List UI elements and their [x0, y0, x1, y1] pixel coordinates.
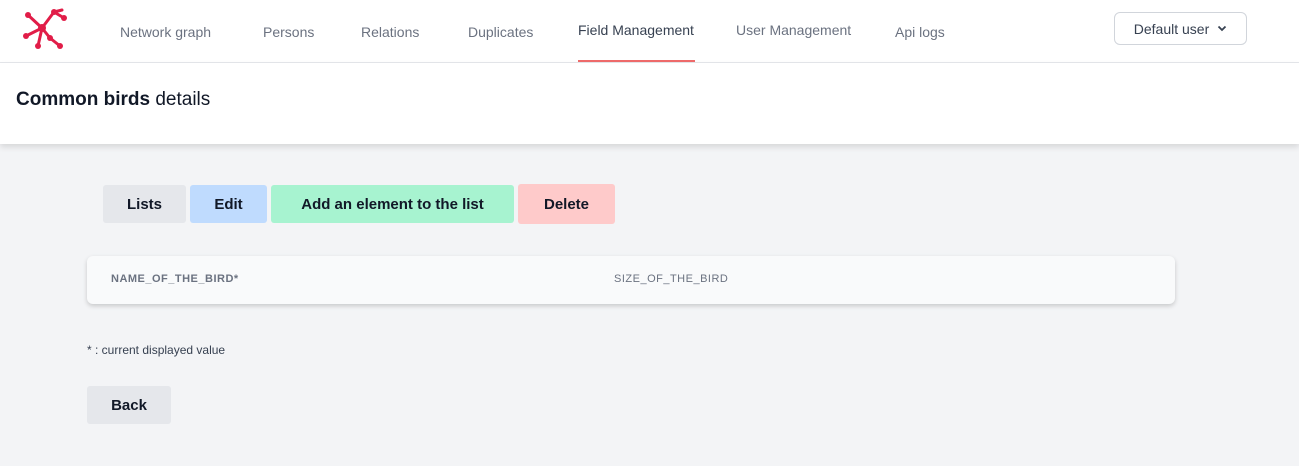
nav-persons[interactable]: Persons — [263, 0, 314, 63]
add-element-button[interactable]: Add an element to the list — [271, 185, 514, 223]
nav-duplicates[interactable]: Duplicates — [468, 0, 533, 63]
footnote: * : current displayed value — [87, 343, 226, 357]
nav-network-graph[interactable]: Network graph — [120, 0, 211, 63]
chevron-down-icon — [1218, 25, 1227, 32]
column-header-size[interactable]: SIZE_OF_THE_BIRD — [614, 273, 728, 285]
page-title-suffix: details — [150, 89, 211, 110]
nav-field-management[interactable]: Field Management — [578, 0, 694, 61]
top-navigation-bar: Network graph Persons Relations Duplicat… — [0, 0, 1299, 63]
list-name: Common birds — [16, 89, 151, 110]
column-header-name[interactable]: NAME_OF_THE_BIRD* — [111, 273, 239, 285]
lists-button[interactable]: Lists — [103, 185, 186, 223]
delete-button[interactable]: Delete — [518, 184, 615, 224]
page-title: Common birds details — [16, 89, 210, 111]
nav-user-management[interactable]: User Management — [736, 0, 851, 61]
page-header: Common birds details — [0, 63, 1299, 144]
nav-relations[interactable]: Relations — [361, 0, 419, 63]
user-dropdown[interactable]: Default user — [1114, 12, 1247, 45]
back-button[interactable]: Back — [87, 386, 171, 424]
user-dropdown-label: Default user — [1133, 20, 1210, 37]
edit-button[interactable]: Edit — [190, 185, 267, 223]
fields-table: NAME_OF_THE_BIRD* SIZE_OF_THE_BIRD — [87, 256, 1175, 304]
nav-api-logs[interactable]: Api logs — [895, 0, 945, 63]
active-tab-indicator — [578, 60, 695, 62]
network-logo-icon[interactable] — [20, 6, 70, 56]
